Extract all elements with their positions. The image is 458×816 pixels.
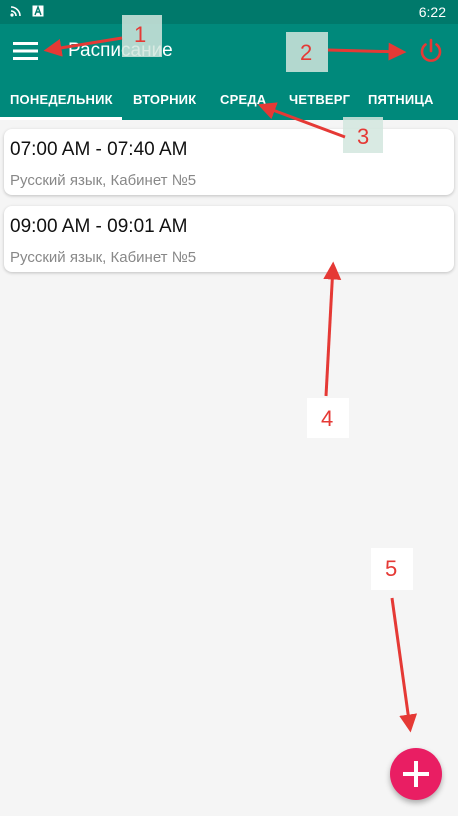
power-icon	[420, 38, 442, 62]
status-time: 6:22	[418, 4, 446, 20]
annotation-number-2: 2	[300, 40, 313, 65]
tab-thursday[interactable]: ЧЕТВЕРГ	[289, 92, 350, 107]
lesson-subtitle: Русский язык, Кабинет №5	[10, 249, 197, 266]
tab-tuesday[interactable]: ВТОРНИК	[133, 92, 196, 107]
annotation-number-1: 1	[134, 22, 147, 47]
menu-icon	[13, 42, 38, 60]
day-tabs: ПОНЕДЕЛЬНИК ВТОРНИК СРЕДА ЧЕТВЕРГ ПЯТНИЦ…	[0, 86, 458, 120]
tab-friday[interactable]: ПЯТНИЦА	[368, 92, 434, 107]
lesson-card[interactable]: 07:00 AM - 07:40 AM Русский язык, Кабине…	[4, 129, 454, 195]
lesson-time: 09:00 AM - 09:01 AM	[10, 216, 188, 237]
tab-wednesday[interactable]: СРЕДА	[220, 92, 266, 107]
annotation-number-3: 3	[357, 124, 370, 149]
tab-indicator	[0, 117, 122, 120]
annotation-number-5: 5	[385, 556, 398, 581]
power-button[interactable]	[416, 36, 446, 66]
annotation-arrows	[43, 36, 418, 733]
add-lesson-button[interactable]	[390, 748, 442, 800]
lesson-card[interactable]: 09:00 AM - 09:01 AM Русский язык, Кабине…	[4, 206, 454, 272]
cast-icon	[10, 6, 21, 17]
arrow-to-fab	[390, 597, 418, 733]
plus-icon	[403, 761, 429, 787]
lesson-subtitle: Русский язык, Кабинет №5	[10, 172, 197, 189]
lesson-time: 07:00 AM - 07:40 AM	[10, 139, 188, 160]
annotation-number-4: 4	[321, 406, 334, 431]
app-bar: Расписание ПОНЕДЕЛЬНИК ВТОРНИК СРЕДА ЧЕТ…	[0, 24, 458, 120]
arrow-to-card	[323, 261, 342, 397]
notification-a-icon	[32, 5, 44, 17]
status-icons	[10, 5, 44, 17]
menu-button[interactable]	[12, 38, 40, 64]
status-bar: 6:22	[0, 0, 458, 24]
tab-monday[interactable]: ПОНЕДЕЛЬНИК	[10, 92, 113, 107]
